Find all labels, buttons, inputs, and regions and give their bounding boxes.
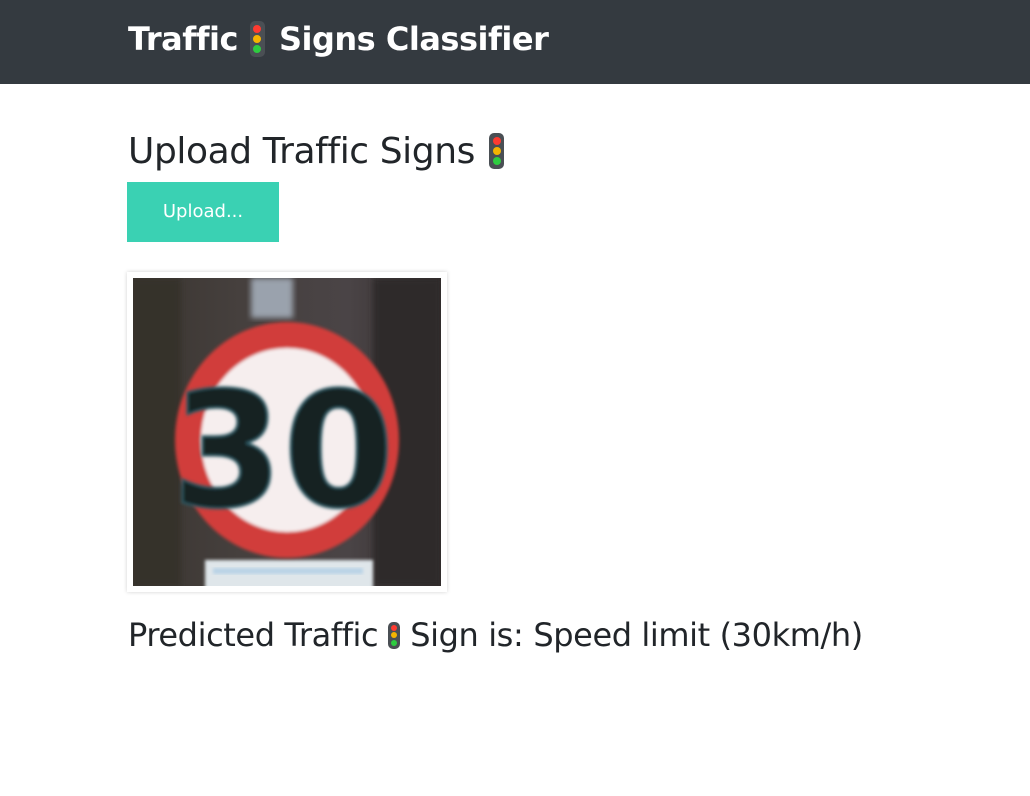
uploaded-image-thumbnail: 30 [127,272,447,592]
upload-heading-text: Upload Traffic Signs [128,130,476,172]
prediction-middle: Sign is: [410,616,524,654]
traffic-light-icon [388,621,401,649]
prediction-class: Speed limit (30km/h) [533,616,863,654]
prediction-result: Predicted Traffic Sign is: Speed limit (… [128,612,863,658]
prediction-prefix: Predicted Traffic [128,616,379,654]
brand-title-part2: Signs Classifier [278,20,549,58]
traffic-light-icon [489,133,505,169]
brand-title[interactable]: Traffic Signs Classifier [128,17,549,61]
traffic-light-icon [249,21,265,57]
sign-number-text: 30 [172,357,395,544]
speed-limit-sign-image: 30 [133,278,441,586]
upload-button[interactable]: Upload... [127,182,279,242]
navbar: Traffic Signs Classifier [0,0,1030,84]
upload-heading: Upload Traffic Signs [128,127,505,175]
brand-title-part1: Traffic [128,20,238,58]
